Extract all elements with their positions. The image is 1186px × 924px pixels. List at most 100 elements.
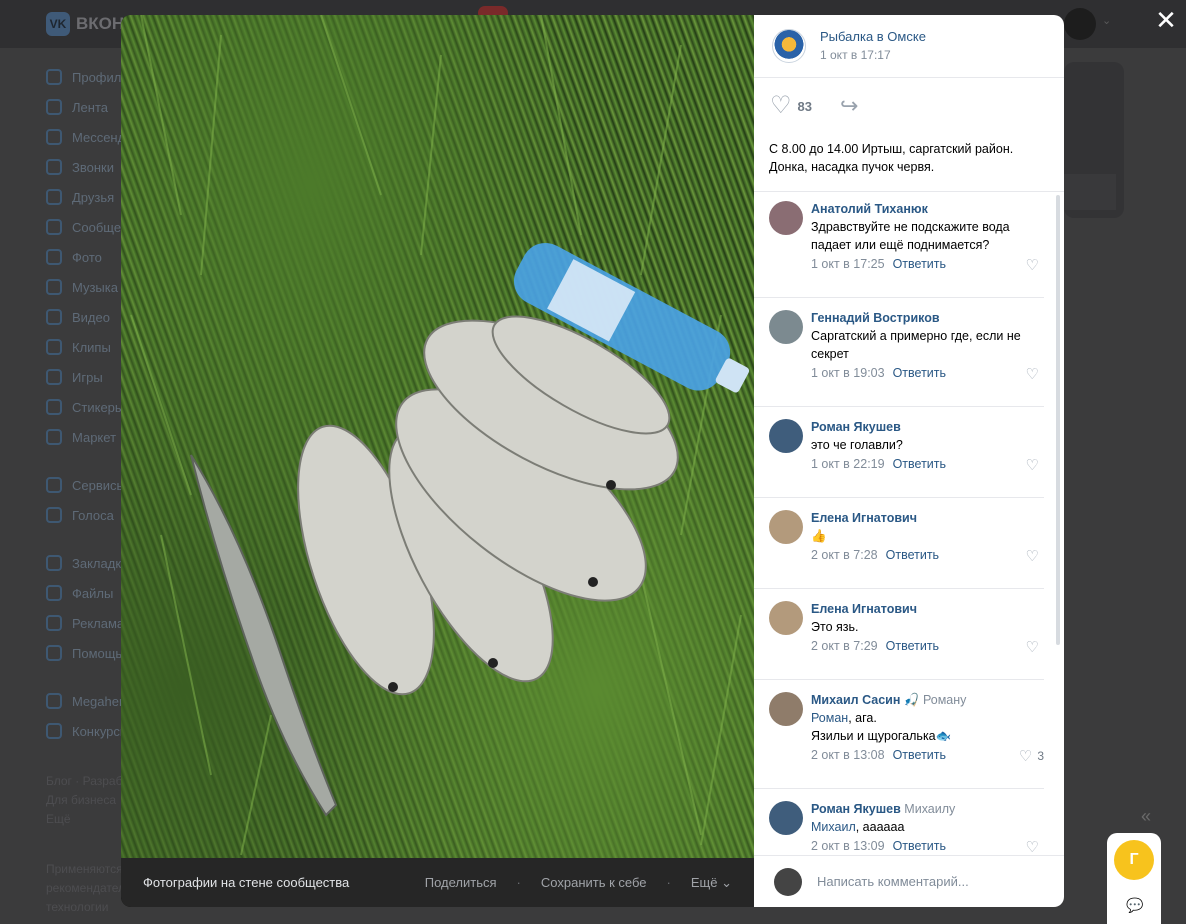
comment-author[interactable]: Анатолий Тиханюк [811,202,928,216]
sidebar-item[interactable]: Помощь [46,638,126,668]
footer-note-line: рекомендательные [46,881,126,895]
photo-toolbar: Фотографии на стене сообщества Поделитьс… [121,858,754,907]
comment-date[interactable]: 1 окт в 17:25 [811,255,885,273]
nav-gap [46,452,126,470]
sidebar-item[interactable]: Стикеры [46,392,126,422]
commenter-avatar[interactable] [769,419,803,453]
reply-button[interactable]: Ответить [893,746,946,764]
footer-link[interactable]: Для бизнеса [46,791,126,810]
comment-author-line: Геннадий Востриков [811,309,1024,327]
reply-button[interactable]: Ответить [886,546,939,564]
sidebar-item-label: Реклама [72,615,125,631]
community-name[interactable]: Рыбалка в Омске [820,28,926,46]
comment-text: 👍 [811,529,827,543]
commenter-avatar[interactable] [769,692,803,726]
like-icon[interactable]: ♡ [770,94,792,118]
nav-icon [46,723,62,739]
chevron-down-icon[interactable]: ⌄ [1102,14,1111,27]
comment-text: Здравствуйте не подскажите вода падает и… [811,220,1010,252]
reply-button[interactable]: Ответить [893,255,946,273]
heart-icon: ♡ [1025,257,1039,274]
comment-date[interactable]: 1 окт в 22:19 [811,455,885,473]
commenter-avatar[interactable] [769,510,803,544]
scrollbar[interactable] [1056,195,1060,645]
reply-button[interactable]: Ответить [886,637,939,655]
sidebar-item[interactable]: Сервисы [46,470,126,500]
comment-author[interactable]: Елена Игнатович [811,602,917,616]
sidebar-item[interactable]: Лента [46,92,126,122]
comment-date[interactable]: 2 окт в 7:28 [811,546,878,564]
comment-author[interactable]: Роман Якушев [811,420,901,434]
comment-date[interactable]: 2 окт в 7:29 [811,637,878,655]
post-date[interactable]: 1 окт в 17:17 [820,46,926,64]
comment-like-button[interactable]: ♡ [1026,365,1044,383]
mention-link[interactable]: Михаил [811,820,856,834]
comment-text: Язильи и щурогалька🐟 [811,729,952,743]
sidebar-item[interactable]: Маркет [46,422,126,452]
close-icon[interactable]: ✕ [1154,7,1178,33]
comment-like-button[interactable]: ♡ [1026,638,1044,656]
collapse-icon[interactable]: « [1141,806,1151,827]
comment: Елена Игнатович Это язь. 2 окт в 7:29 Отве… [754,589,1044,680]
sidebar-item[interactable]: Фото [46,242,126,272]
commenter-avatar[interactable] [769,801,803,835]
comment-author[interactable]: Геннадий Востриков [811,311,940,325]
comment-author[interactable]: Елена Игнатович [811,511,917,525]
commenter-avatar[interactable] [769,601,803,635]
footer-link[interactable]: Блог · Разработчикам [46,772,126,791]
comment-like-button[interactable]: ♡ [1026,256,1044,274]
reply-button[interactable]: Ответить [893,837,946,855]
sidebar-item[interactable]: Файлы [46,578,126,608]
photo-album-title[interactable]: Фотографии на стене сообщества [143,875,349,890]
save-button[interactable]: Сохранить к себе [541,875,647,891]
sidebar-item[interactable]: Профиль [46,62,126,92]
comment-input[interactable] [817,874,1044,889]
share-button[interactable]: Поделиться [425,875,497,891]
community-avatar[interactable] [772,29,806,63]
sidebar-item[interactable]: Музыка [46,272,126,302]
mention-link[interactable]: Роман [811,711,848,725]
sidebar-item[interactable]: Конкурсы [46,716,126,746]
nav-gap [46,530,126,548]
sidebar-item-label: Лента [72,99,108,115]
reply-button[interactable]: Ответить [893,364,946,382]
commenter-avatar[interactable] [769,310,803,344]
comment-like-button[interactable]: ♡ [1026,456,1044,474]
sidebar-item[interactable]: Звонки [46,152,126,182]
footer-link[interactable]: Ещё [46,810,126,829]
sidebar-item[interactable]: Видео [46,302,126,332]
comment-like-count: 3 [1037,749,1044,763]
commenter-avatar[interactable] [769,201,803,235]
reply-button[interactable]: Ответить [893,455,946,473]
share-icon[interactable]: ↪ [840,94,858,118]
sidebar-item-label: Мессенджер [72,129,126,145]
sidebar-item[interactable]: Клипы [46,332,126,362]
sidebar-item[interactable]: Мессенджер [46,122,126,152]
user-avatar[interactable] [1064,8,1096,40]
chat-icon[interactable]: 💬 [1126,897,1143,914]
comment-date[interactable]: 2 окт в 13:09 [811,837,885,855]
comment-date[interactable]: 1 окт в 19:03 [811,364,885,382]
nav-icon [46,507,62,523]
sidebar-item[interactable]: Сообщества [46,212,126,242]
comment-like-button[interactable]: ♡ [1026,838,1044,855]
comment-like-button[interactable]: ♡ [1026,547,1044,565]
comment-like-button[interactable]: ♡ 3 [1019,747,1044,765]
more-button[interactable]: Ещё ⌄ [691,875,732,891]
left-nav: Профиль Лента Мессенджер Звонки Друзья Сообще… [46,62,126,746]
comment: Роман Якушев это че голавли? 1 окт в 22:1… [754,407,1044,498]
sidebar-item[interactable]: Голоса [46,500,126,530]
sidebar-item-label: Клипы [72,339,111,355]
sidebar-item[interactable]: Друзья [46,182,126,212]
photo[interactable] [121,15,754,858]
comment-text: Это язь. [811,620,859,634]
chat-avatar[interactable]: Г [1114,840,1154,880]
sidebar-item[interactable]: Megahero [46,686,126,716]
sidebar-item[interactable]: Реклама [46,608,126,638]
sidebar-item[interactable]: Игры [46,362,126,392]
comment-author[interactable]: Роман Якушев [811,802,901,816]
nav-gap [46,668,126,686]
comment-author[interactable]: Михаил Сасин 🎣 [811,693,919,707]
sidebar-item[interactable]: Закладки [46,548,126,578]
comment-date[interactable]: 2 окт в 13:08 [811,746,885,764]
